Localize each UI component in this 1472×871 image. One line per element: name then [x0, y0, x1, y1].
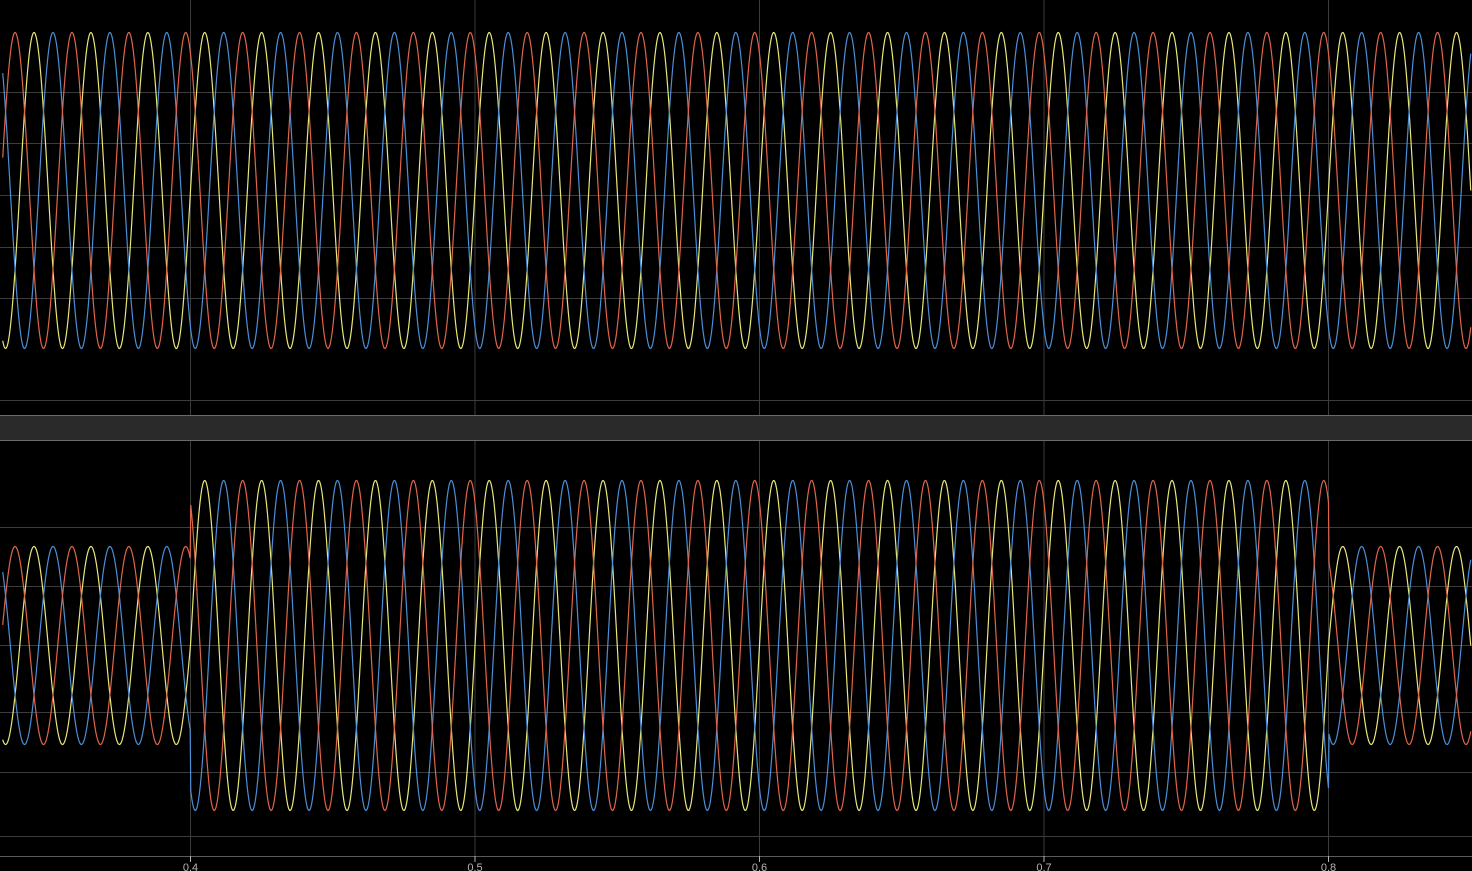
x-tick-label: 0.4 — [183, 862, 198, 871]
panel-separator[interactable] — [0, 415, 1472, 441]
x-tick-label: 0.8 — [1321, 862, 1336, 871]
separator-bar — [0, 416, 1472, 440]
x-tick-label: 0.5 — [467, 862, 482, 871]
x-tick-label: 0.7 — [1036, 862, 1051, 871]
x-tick-label: 0.6 — [752, 862, 767, 871]
scope-display: 0.4 0.5 0.6 0.7 0.8 — [0, 0, 1472, 871]
